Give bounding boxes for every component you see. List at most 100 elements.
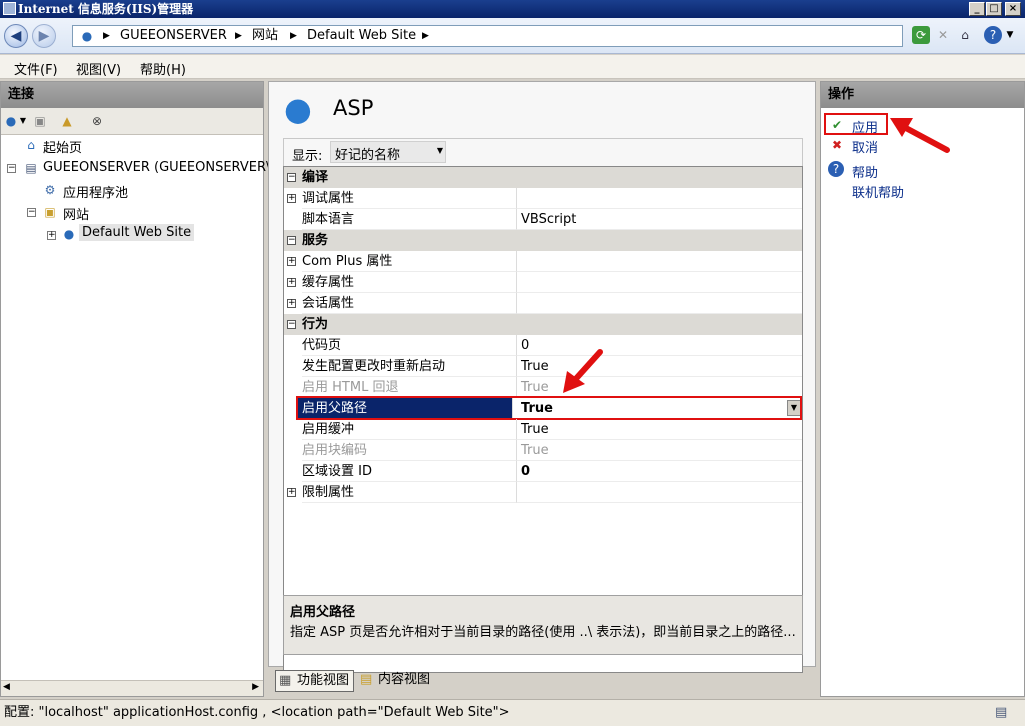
property-value[interactable]: True	[517, 440, 802, 461]
property-value[interactable]	[517, 272, 802, 293]
property-value[interactable]: 0	[517, 461, 802, 482]
grid-row[interactable]: 启用块编码 True	[284, 440, 802, 461]
maximize-button[interactable]: □	[986, 2, 1002, 16]
section-label: 行为	[302, 317, 329, 332]
grid-row[interactable]: + 限制属性	[284, 482, 802, 503]
window-title: Internet 信息服务(IIS)管理器	[18, 2, 194, 16]
tree-item-app-pools[interactable]: 应用程序池	[63, 182, 128, 201]
menu-help[interactable]: 帮助(H)	[140, 59, 186, 78]
expand-icon[interactable]: +	[287, 299, 296, 308]
expand-icon[interactable]: +	[287, 194, 296, 203]
grid-row[interactable]: 区域设置 ID 0	[284, 461, 802, 482]
cancel-action[interactable]: 取消	[852, 137, 878, 156]
back-button[interactable]: ◀	[4, 24, 28, 48]
up-folder-icon[interactable]: ▲	[59, 113, 75, 129]
grid-row[interactable]: 脚本语言 VBScript	[284, 209, 802, 230]
menu-file[interactable]: 文件(F)	[14, 59, 58, 78]
cancel-x-icon: ✖	[831, 138, 843, 152]
refresh-icon[interactable]: ⟳	[912, 26, 930, 44]
app-pool-icon: ⚙	[44, 183, 56, 197]
chevron-right-icon: ▶	[103, 31, 110, 41]
expand-icon[interactable]: +	[287, 278, 296, 287]
description-panel: 启用父路径 指定 ASP 页是否允许相对于当前目录的路径(使用 ..\ 表示法)…	[283, 595, 803, 655]
property-name: 脚本语言	[302, 209, 517, 230]
breadcrumb-sites[interactable]: 网站	[252, 26, 278, 46]
grid-row[interactable]: 启用缓冲 True	[284, 419, 802, 440]
disconnect-icon[interactable]: ⊗	[89, 113, 105, 129]
chevron-down-icon[interactable]: ▼	[15, 113, 31, 129]
property-value[interactable]: VBScript	[517, 209, 802, 230]
window-title-bar: Internet 信息服务(IIS)管理器 _ □ ×	[0, 0, 1025, 18]
help-icon: ?	[828, 161, 844, 177]
property-value[interactable]: True	[517, 419, 802, 440]
status-bar: 配置: "localhost" applicationHost.config ,…	[0, 699, 1025, 726]
property-value[interactable]: 0	[517, 335, 802, 356]
grid-row[interactable]: 发生配置更改时重新启动 True	[284, 356, 802, 377]
menu-view[interactable]: 视图(V)	[76, 59, 121, 78]
property-name: 会话属性	[302, 293, 517, 314]
tree-item-sites[interactable]: 网站	[63, 204, 89, 223]
scroll-right-icon[interactable]: ▶	[252, 682, 259, 692]
property-value[interactable]	[517, 251, 802, 272]
grid-section[interactable]: − 服务	[284, 230, 802, 251]
tree-item-default-web-site[interactable]: Default Web Site	[79, 224, 195, 241]
online-help-action[interactable]: 联机帮助	[852, 182, 904, 201]
collapse-icon[interactable]: −	[7, 164, 16, 173]
grid-row[interactable]: + Com Plus 属性	[284, 251, 802, 272]
close-button[interactable]: ×	[1005, 2, 1021, 16]
dropdown-arrow-icon[interactable]: ▼	[787, 400, 801, 416]
tab-content-view[interactable]: ▤ 内容视图	[358, 670, 438, 692]
collapse-icon[interactable]: −	[287, 320, 296, 329]
grid-row[interactable]: + 缓存属性	[284, 272, 802, 293]
breadcrumb-default-site[interactable]: Default Web Site	[307, 26, 416, 46]
connections-toolbar: ● ▼ ▣ ▲ ⊗	[1, 108, 263, 135]
tree-item-server[interactable]: GUEEONSERVER (GUEEONSERVER\	[43, 160, 270, 175]
grid-section[interactable]: − 行为	[284, 314, 802, 335]
tab-features-view[interactable]: ▦ 功能视图	[275, 670, 354, 692]
connections-title: 连接	[1, 82, 263, 108]
asp-globe-icon: ●	[284, 90, 312, 128]
chevron-right-icon: ▶	[290, 31, 297, 41]
description-title: 启用父路径	[290, 605, 356, 620]
forward-button[interactable]: ▶	[32, 24, 56, 48]
collapse-icon[interactable]: −	[27, 208, 36, 217]
breadcrumb-server[interactable]: GUEEONSERVER	[120, 26, 227, 46]
collapse-icon[interactable]: −	[287, 173, 296, 182]
expand-icon[interactable]: +	[287, 488, 296, 497]
chevron-down-icon[interactable]: ▼	[1001, 26, 1019, 44]
home-icon[interactable]: ⌂	[956, 26, 974, 44]
collapse-icon[interactable]: −	[287, 236, 296, 245]
property-value[interactable]	[517, 188, 802, 209]
tab-features-view-label: 功能视图	[297, 673, 350, 688]
tree-item-start-page[interactable]: 起始页	[43, 137, 82, 156]
grid-section[interactable]: − 编译	[284, 167, 802, 188]
save-icon[interactable]: ▣	[32, 113, 48, 129]
chevron-down-icon: ▼	[436, 146, 443, 155]
property-value[interactable]: True	[517, 356, 802, 377]
property-value[interactable]: True	[517, 377, 802, 398]
minimize-button[interactable]: _	[969, 2, 985, 16]
grid-row[interactable]: + 调试属性	[284, 188, 802, 209]
horizontal-scrollbar[interactable]: ◀ ▶	[1, 680, 263, 696]
property-value[interactable]	[517, 293, 802, 314]
grid-row[interactable]: 代码页 0	[284, 335, 802, 356]
grid-row[interactable]: 启用父路径 True ▼	[284, 396, 802, 420]
connections-pane: 连接 ● ▼ ▣ ▲ ⊗ ⌂ 起始页 − ▤ GUEEONSERVER (GUE…	[0, 81, 270, 697]
help-icon[interactable]: ?	[984, 26, 1002, 44]
property-value[interactable]	[517, 482, 802, 503]
expand-icon[interactable]: +	[47, 231, 56, 240]
help-action[interactable]: 帮助	[852, 162, 878, 181]
grid-row[interactable]: + 会话属性	[284, 293, 802, 314]
actions-pane: 操作 ✔ 应用 ✖ 取消 ? 帮助 联机帮助	[820, 81, 1025, 697]
stop-icon[interactable]: ✕	[934, 26, 952, 44]
display-label: 显示:	[292, 149, 323, 164]
property-name: 启用 HTML 回退	[302, 377, 517, 398]
page-title: ASP	[333, 96, 374, 120]
grid-row[interactable]: 启用 HTML 回退 True	[284, 377, 802, 398]
breadcrumb[interactable]: ● ▶ GUEEONSERVER ▶ 网站 ▶ Default Web Site…	[72, 25, 903, 47]
display-select[interactable]: 好记的名称 ▼	[330, 141, 446, 163]
expand-icon[interactable]: +	[287, 257, 296, 266]
property-value[interactable]: True	[517, 398, 802, 419]
property-name: 发生配置更改时重新启动	[302, 356, 517, 377]
scroll-left-icon[interactable]: ◀	[3, 682, 10, 692]
